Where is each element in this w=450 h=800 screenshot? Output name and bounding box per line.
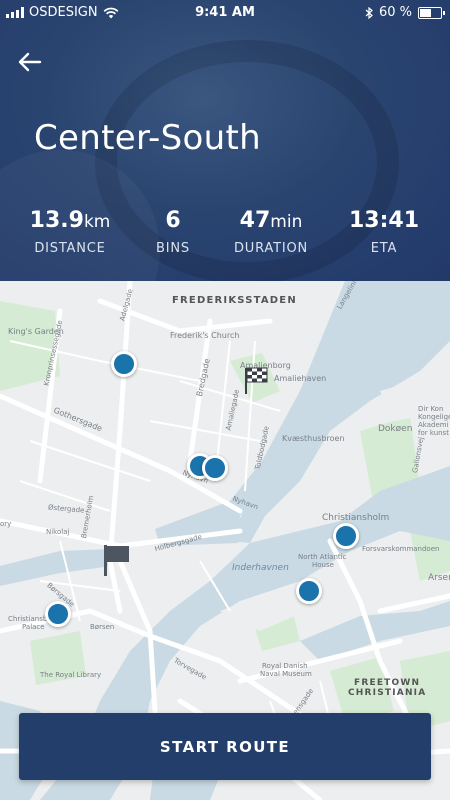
map-label: The Royal Library <box>40 671 102 679</box>
map-label: Dokøen <box>378 424 413 434</box>
map-label: Inderhavnen <box>232 563 289 573</box>
map-label: for kunst <box>418 429 449 437</box>
route-header: OSDESIGN 9:41 AM 60 % Center-South 13.9k… <box>0 0 450 281</box>
bin-marker[interactable] <box>111 351 137 377</box>
stat-unit: min <box>270 212 303 232</box>
route-title: Center-South <box>34 118 261 158</box>
map-label: North Atlantic <box>298 553 347 561</box>
map-label: Christiansholm <box>322 513 390 523</box>
map-label: Forsvarskommandoen <box>362 545 440 553</box>
map-label: Frederik's Church <box>170 331 240 340</box>
map-label: Naval Museum <box>260 670 312 678</box>
stat-value: 47 <box>239 208 271 233</box>
battery-icon <box>418 6 445 19</box>
bin-marker[interactable] <box>45 601 71 627</box>
start-flag-icon[interactable] <box>102 543 132 577</box>
bin-marker[interactable] <box>333 523 359 549</box>
map-label: Kongelige <box>418 413 450 421</box>
stat-label: ETA <box>370 241 398 256</box>
stat-eta: 13:41 ETA <box>344 208 424 256</box>
map-label: Akademi <box>418 421 449 429</box>
status-bar: OSDESIGN 9:41 AM 60 % <box>0 0 450 26</box>
map-label: Palace <box>22 623 45 631</box>
back-arrow-icon[interactable] <box>16 48 44 76</box>
stat-duration: 47min DURATION <box>228 208 314 256</box>
stat-unit: km <box>83 212 111 232</box>
map-label: Nikolaj <box>46 528 70 536</box>
stat-label: BINS <box>156 241 190 256</box>
map-label: FREETOWN <box>354 678 421 688</box>
battery-percent: 60 % <box>378 5 412 20</box>
bin-marker[interactable] <box>296 578 322 604</box>
stat-distance: 13.9km DISTANCE <box>22 208 118 256</box>
map-label: Kvæsthusbroen <box>282 434 345 443</box>
start-route-button[interactable]: START ROUTE <box>19 713 431 780</box>
map-label: Arsena <box>428 573 450 583</box>
map-label: Børsen <box>90 623 115 631</box>
map-label: House <box>312 561 334 569</box>
stat-value: 13:41 <box>348 208 420 233</box>
bin-marker[interactable] <box>202 455 228 481</box>
bluetooth-icon <box>365 6 373 19</box>
map-label: Royal Danish <box>262 662 308 670</box>
stat-value: 6 <box>165 208 181 233</box>
map-label: ory <box>0 520 12 528</box>
stat-label: DISTANCE <box>34 241 106 256</box>
map-label: Amaliehaven <box>274 374 327 383</box>
map-label: Dir Kon <box>418 405 444 413</box>
finish-flag-icon[interactable] <box>242 365 270 395</box>
map-label: CHRISTIANIA <box>348 688 427 698</box>
map-label: FREDERIKSSTADEN <box>172 295 297 306</box>
stat-bins: 6 BINS <box>143 208 203 256</box>
stat-value: 13.9 <box>29 208 84 233</box>
stat-label: DURATION <box>233 241 309 256</box>
